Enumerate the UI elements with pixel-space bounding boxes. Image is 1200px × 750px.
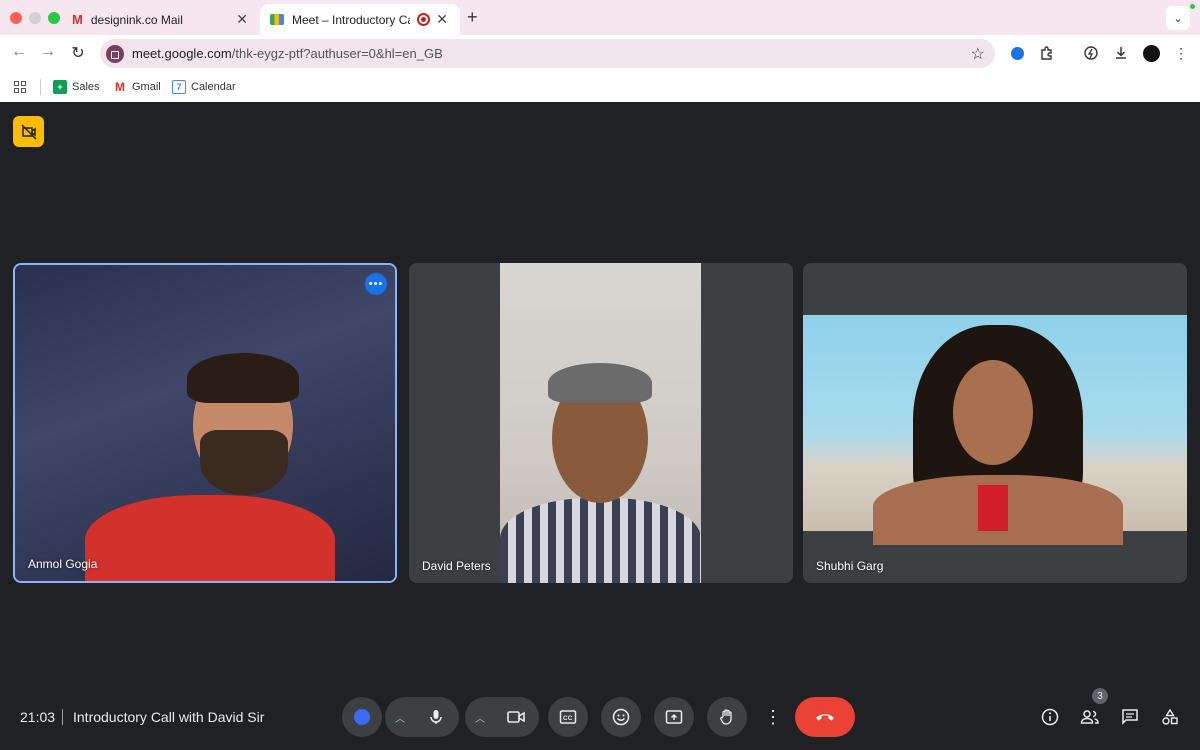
participant-name: Anmol Gogia (28, 557, 98, 571)
video-feed (803, 315, 1187, 545)
profile-extension-icon[interactable] (1008, 44, 1026, 62)
leave-call-button[interactable] (795, 697, 855, 737)
meeting-details-button[interactable] (1039, 706, 1061, 728)
maximize-window-button[interactable] (48, 12, 60, 24)
tab-mail[interactable]: M designink.co Mail ✕ (62, 4, 260, 35)
apps-grid-icon[interactable] (14, 81, 26, 93)
chevron-down-icon: ⌄ (1173, 12, 1183, 25)
camera-control: ︿ (465, 697, 539, 737)
video-feed (15, 265, 395, 581)
bookmark-sales[interactable]: + Sales (53, 80, 100, 94)
close-tab-icon[interactable]: ✕ (436, 11, 448, 28)
extensions-puzzle-icon[interactable] (1038, 44, 1056, 62)
meeting-clock: 21:03 (20, 709, 56, 725)
tab-search-button[interactable]: ⌄ (1166, 6, 1190, 30)
participant-name: David Peters (422, 559, 491, 573)
bookmark-label: Calendar (191, 81, 236, 93)
camera-notice-button[interactable] (13, 116, 44, 147)
browser-menu-icon[interactable]: ⋮ (1172, 44, 1190, 62)
close-window-button[interactable] (10, 12, 22, 24)
browser-toolbar: ← → ↻ meet.google.com/thk-eygz-ptf?authu… (0, 35, 1200, 72)
back-icon[interactable]: ← (8, 43, 30, 61)
bookmark-calendar[interactable]: 7 Calendar (172, 80, 236, 94)
download-icon[interactable] (1112, 44, 1130, 62)
sheets-icon: + (53, 80, 67, 94)
more-options-icon[interactable]: ••• (365, 273, 387, 295)
more-options-button[interactable]: ⋮ (760, 697, 786, 737)
recording-icon (417, 13, 430, 26)
activities-button[interactable] (1159, 706, 1181, 728)
present-screen-button[interactable] (654, 697, 694, 737)
url-path: /thk-eygz-ptf?authuser=0&hl=en_GB (231, 46, 443, 61)
tab-strip: M designink.co Mail ✕ Meet – Introductor… (0, 0, 1200, 35)
calendar-icon: 7 (172, 80, 186, 94)
video-feed (500, 263, 701, 583)
audio-options-chevron-icon[interactable]: ︿ (395, 710, 405, 725)
url-text: meet.google.com/thk-eygz-ptf?authuser=0&… (132, 46, 443, 61)
status-dot (1190, 4, 1195, 9)
participant-tile-anmol[interactable]: ••• Anmol Gogia (13, 263, 397, 583)
gmail-icon: M (72, 12, 83, 27)
participant-count-badge: 3 (1092, 688, 1108, 704)
people-icon (1080, 710, 1099, 724)
profile-avatar[interactable] (1142, 44, 1160, 62)
chat-icon (1122, 709, 1138, 725)
meeting-title: Introductory Call with David Sir (73, 709, 265, 725)
captions-icon: CC (559, 710, 577, 724)
divider (62, 709, 63, 725)
bookmarks-divider (40, 79, 41, 95)
participant-name: Shubhi Garg (816, 559, 884, 573)
reload-icon[interactable]: ↻ (67, 43, 89, 63)
more-vertical-icon: ⋮ (764, 706, 782, 727)
present-screen-icon (665, 710, 683, 724)
effects-button[interactable] (342, 697, 382, 737)
video-options-chevron-icon[interactable]: ︿ (475, 710, 485, 725)
info-icon (1041, 708, 1059, 726)
emoji-reactions-button[interactable] (601, 697, 641, 737)
bookmark-gmail[interactable]: M Gmail (113, 80, 161, 94)
raise-hand-button[interactable] (707, 697, 747, 737)
site-info-icon[interactable] (106, 44, 124, 63)
meeting-stage: ••• Anmol Gogia David Peters Shubhi Garg (0, 102, 1200, 750)
address-bar[interactable]: meet.google.com/thk-eygz-ptf?authuser=0&… (100, 39, 995, 68)
tab-label: designink.co Mail (90, 12, 183, 27)
chat-button[interactable] (1119, 706, 1141, 728)
microphone-control: ︿ (385, 697, 459, 737)
activities-shapes-icon (1162, 708, 1178, 725)
video-off-icon (20, 123, 37, 140)
camera-button[interactable] (499, 700, 533, 734)
people-button[interactable] (1079, 706, 1101, 728)
tab-label: Meet – Introductory Call w (292, 12, 410, 27)
emoji-icon (612, 708, 630, 726)
microphone-icon (430, 710, 442, 724)
tab-meet[interactable]: Meet – Introductory Call w ✕ (260, 4, 460, 35)
camera-icon (507, 711, 525, 723)
url-host: meet.google.com (132, 46, 232, 61)
minimize-window-button[interactable] (29, 12, 41, 24)
meet-icon (270, 14, 284, 25)
meeting-controls-bar: 21:03 Introductory Call with David Sir ︿… (0, 688, 1200, 750)
captions-button[interactable]: CC (548, 697, 588, 737)
participant-tile-david[interactable]: David Peters (409, 263, 793, 583)
bookmark-label: Gmail (132, 81, 161, 93)
close-tab-icon[interactable]: ✕ (236, 11, 248, 28)
svg-text:CC: CC (563, 715, 573, 722)
participant-tile-shubhi[interactable]: Shubhi Garg (803, 263, 1187, 583)
browser-chrome: M designink.co Mail ✕ Meet – Introductor… (0, 0, 1200, 102)
effects-icon (354, 709, 370, 725)
microphone-button[interactable] (419, 700, 453, 734)
bookmarks-bar: + Sales M Gmail 7 Calendar (0, 72, 1200, 102)
forward-icon[interactable]: → (37, 43, 59, 61)
gmail-icon: M (115, 80, 125, 94)
raise-hand-icon (720, 709, 732, 725)
end-call-icon (816, 714, 834, 721)
bookmark-star-icon[interactable]: ☆ (971, 44, 985, 64)
performance-icon[interactable] (1082, 44, 1100, 62)
bookmark-label: Sales (72, 81, 100, 93)
new-tab-icon[interactable]: + (467, 7, 478, 28)
